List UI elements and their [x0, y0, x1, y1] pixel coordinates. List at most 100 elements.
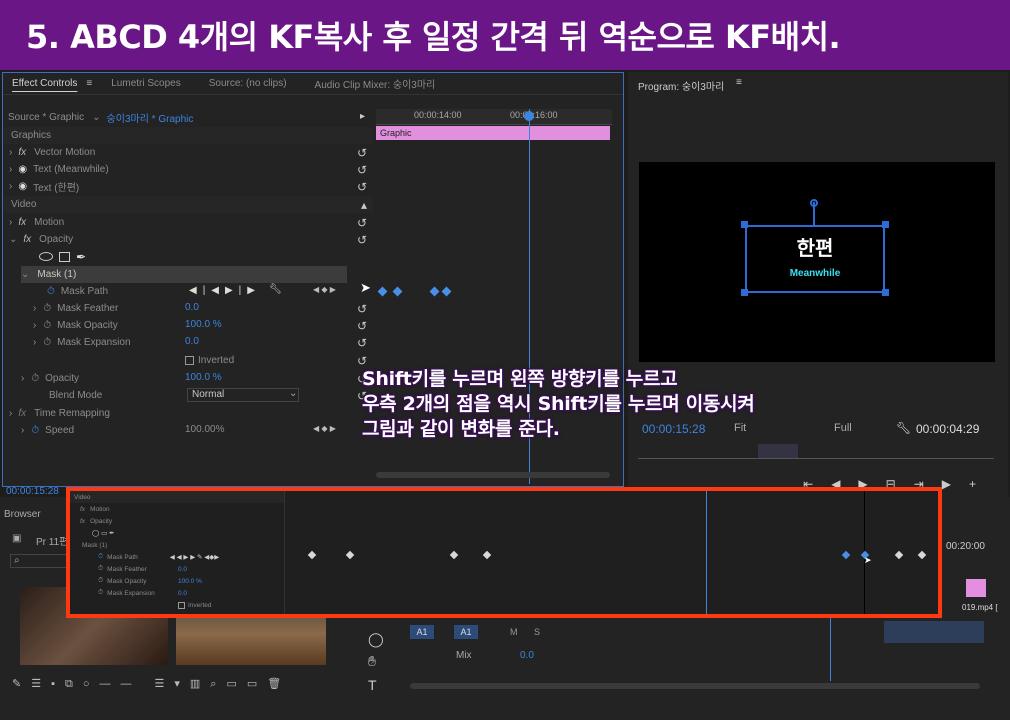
stopwatch-icon[interactable]: ⏱ [31, 373, 39, 384]
play-only-icon[interactable]: ▸ [360, 111, 365, 122]
expand-icon[interactable]: › [33, 303, 36, 314]
effect-text-hanpyeon[interactable]: › ◉ Text (한편) ↺ [3, 178, 373, 195]
speed-row[interactable]: › ⏱ Speed 100.00% ◀ ◆ ▶ [3, 422, 373, 439]
full-select[interactable]: Full [834, 422, 852, 434]
tab-effect-controls[interactable]: Effect Controls [3, 78, 86, 89]
ellipse-tool-icon[interactable]: ◯ [368, 631, 384, 648]
mask-expansion-row[interactable]: › ⏱ Mask Expansion 0.0 ↺ [3, 334, 373, 351]
ov-mask-opacity-value[interactable]: 100.0 % [178, 578, 202, 585]
timeline-clip-label[interactable]: 019.mp4 [ [962, 603, 998, 612]
hand-tool-icon[interactable]: ✋︎ [368, 653, 376, 670]
mask-expansion-value[interactable]: 0.0 [185, 336, 199, 347]
wrench-icon[interactable]: 🔧︎ [896, 421, 911, 435]
ov-keyframe-d2[interactable] [841, 550, 851, 560]
scroll-up-icon[interactable]: ▴ [361, 198, 367, 212]
effect-motion[interactable]: › fx Motion ↺ [3, 214, 373, 231]
expand-icon[interactable]: › [21, 373, 24, 384]
audio-clip[interactable] [884, 621, 984, 643]
ov-inverted-checkbox[interactable] [178, 601, 185, 609]
reset-icon[interactable]: ↺ [357, 216, 367, 230]
ov-mask-feather-row[interactable]: ⏱ Mask Feather 0.0 [70, 563, 284, 575]
reset-icon[interactable]: ↺ [357, 319, 367, 333]
time-remapping-row[interactable]: › fx Time Remapping [3, 405, 373, 422]
type-tool-icon[interactable]: T [368, 677, 377, 693]
solo-button[interactable]: S [534, 627, 540, 637]
inverted-checkbox[interactable] [185, 356, 194, 365]
effect-text-meanwhile[interactable]: › ◉ Text (Meanwhile) ↺ [3, 161, 373, 178]
panel-menu-icon[interactable]: ≡ [736, 77, 742, 88]
tab-source[interactable]: Source: (no clips) [200, 78, 296, 89]
stopwatch-icon[interactable]: ⏱ [43, 337, 51, 348]
speed-value[interactable]: 100.00% [185, 424, 224, 435]
expand-icon[interactable]: › [9, 181, 12, 192]
opacity-prop-value[interactable]: 100.0 % [185, 372, 222, 383]
eye-icon[interactable]: ◉ [18, 181, 27, 192]
ov-motion-row[interactable]: fx Motion [70, 503, 284, 515]
program-title[interactable]: Program: 숭이3마리 [638, 78, 724, 93]
tab-lumetri-scopes[interactable]: Lumetri Scopes [102, 78, 189, 89]
program-ruler[interactable] [638, 458, 994, 459]
ov-mask-feather-value[interactable]: 0.0 [178, 566, 187, 573]
keyframe-c[interactable] [429, 286, 440, 297]
timeline-playhead[interactable] [830, 617, 831, 681]
effect-vector-motion[interactable]: › fx Vector Motion ↺ [3, 144, 373, 161]
ov-opacity-row[interactable]: fx Opacity [70, 515, 284, 527]
stopwatch-icon[interactable]: ⏱ [98, 589, 103, 597]
track-a1-target[interactable]: A1 [454, 625, 478, 639]
program-video-frame[interactable]: 한편 Meanwhile [639, 162, 995, 362]
expand-icon[interactable]: › [9, 217, 12, 228]
reset-icon[interactable]: ↺ [357, 146, 367, 160]
expand-icon[interactable]: › [9, 147, 12, 158]
corner-handle[interactable] [882, 221, 889, 228]
ov-mask-row[interactable]: Mask (1) [70, 539, 284, 551]
keyframe-nav-icon[interactable]: ◀ ◆ ▶ [313, 424, 336, 433]
corner-handle[interactable] [741, 289, 748, 296]
eye-icon[interactable]: ◉ [18, 164, 27, 175]
ov-inverted-row[interactable]: Inverted [70, 599, 284, 611]
mask-shape-icons[interactable]: ◯ ▭ ✒ [92, 529, 114, 537]
opacity-value-row[interactable]: › ⏱ Opacity 100.0 % ↺ [3, 370, 373, 387]
graphic-clip-bar[interactable]: Graphic [376, 126, 610, 140]
expand-icon[interactable]: › [33, 320, 36, 331]
ov-keyframe-b2[interactable] [894, 550, 904, 560]
track-a1-source[interactable]: A1 [410, 625, 434, 639]
stopwatch-icon[interactable]: ⏱ [47, 286, 55, 297]
expand-icon[interactable]: › [9, 164, 12, 175]
ov-keyframe-b[interactable] [345, 550, 355, 560]
ov-mask-path-row[interactable]: ⏱ Mask Path ◀ ◀ ▶ ▶ ✎ ◀◆▶ [70, 551, 284, 563]
pen-mask-icon[interactable]: ✒ [76, 250, 86, 264]
corner-handle[interactable] [741, 221, 748, 228]
inverted-row[interactable]: Inverted ↺ [3, 352, 373, 369]
ov-track-controls[interactable]: ◀ ◀ ▶ ▶ ✎ ◀◆▶ [170, 553, 219, 561]
mask-1-row[interactable]: ⌄ Mask (1) [21, 266, 347, 283]
panel-menu-icon[interactable]: ≡ [86, 78, 96, 89]
chevron-down-icon[interactable]: ⌄ [289, 388, 297, 399]
effect-opacity[interactable]: ⌄ fx Opacity ↺ [3, 231, 373, 248]
mask-feather-value[interactable]: 0.0 [185, 302, 199, 313]
keyframe-a[interactable] [377, 286, 388, 297]
stopwatch-icon[interactable]: ⏱ [43, 320, 51, 331]
ov-keyframe-a[interactable] [307, 550, 317, 560]
stopwatch-icon[interactable]: ⏱ [43, 303, 51, 314]
ov-mask-expansion-value[interactable]: 0.0 [178, 590, 187, 597]
ov-keyframe-a2[interactable] [917, 550, 927, 560]
expand-icon[interactable]: › [33, 337, 36, 348]
ec-scrollbar[interactable] [376, 472, 610, 478]
expand-icon[interactable]: › [9, 408, 12, 419]
keyframe-d[interactable] [441, 286, 452, 297]
ov-keyframe-d[interactable] [482, 550, 492, 560]
reset-icon[interactable]: ↺ [357, 163, 367, 177]
sequence-label[interactable]: 숭이3마리 * Graphic [107, 110, 194, 125]
browser-toolbar[interactable]: ✎☰▪⧉○—— ☰▾▥⌕▭▭🗑︎ [12, 677, 342, 691]
mix-value[interactable]: 0.0 [520, 650, 534, 661]
stopwatch-icon[interactable]: ⏱ [31, 425, 39, 436]
timeline-scrollbar[interactable] [410, 683, 980, 689]
collapse-icon[interactable]: ⌄ [21, 269, 29, 280]
reset-icon[interactable]: ↺ [357, 336, 367, 350]
mask-path-row[interactable]: ⏱ Mask Path ◀|◀▶|▶ 🔧︎ ◀ ◆ ▶ [3, 283, 373, 300]
browser-search-input[interactable]: ⌕ [10, 554, 70, 568]
reset-icon[interactable]: ↺ [357, 354, 367, 368]
mute-button[interactable]: M [510, 627, 518, 637]
program-zoom-bar[interactable] [758, 444, 798, 458]
expand-icon[interactable]: › [21, 425, 24, 436]
